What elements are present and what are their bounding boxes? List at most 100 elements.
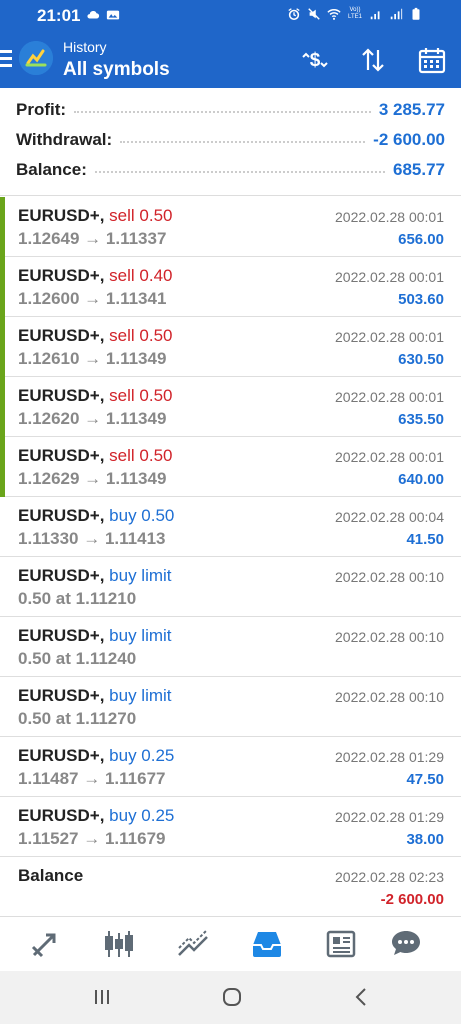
- currency-icon[interactable]: $: [300, 45, 330, 75]
- sort-icon[interactable]: [358, 45, 388, 75]
- deal-type: buy limit: [109, 626, 172, 645]
- closed-position-marker: [0, 377, 5, 437]
- quotes-arrows-icon[interactable]: [28, 927, 62, 961]
- signal-icon: [370, 11, 380, 20]
- deal-type: buy 0.25: [109, 806, 175, 825]
- deal-prices: 1.11330 → 1.11413: [18, 529, 166, 548]
- bottom-tab-bar: [0, 916, 461, 971]
- dotted-leader: [120, 141, 366, 143]
- deal-row[interactable]: EURUSD+, sell 0.50 1.12620 → 1.11349 202…: [0, 377, 461, 437]
- deal-symbol: EURUSD+,: [18, 386, 105, 405]
- deal-type: sell 0.50: [109, 386, 173, 405]
- profit-label: Profit:: [16, 100, 67, 119]
- status-time: 21:01: [37, 6, 81, 25]
- order-volume-price: 0.50 at 1.11270: [18, 709, 137, 728]
- deal-prices: 1.12629 → 1.11349: [18, 469, 167, 488]
- deal-symbol: EURUSD+,: [18, 626, 105, 645]
- deal-prices: 1.11527 → 1.11679: [18, 829, 166, 848]
- closed-position-marker: [0, 317, 5, 377]
- profit-row: Profit: 3 285.77: [16, 98, 445, 122]
- deal-time: 2022.02.28 00:10: [335, 569, 444, 585]
- deal-profit: -2 600.00: [380, 891, 444, 908]
- deal-prices: 1.12649 → 1.11337: [18, 229, 167, 248]
- closed-position-marker: [0, 437, 5, 497]
- withdrawal-row: Withdrawal: -2 600.00: [16, 128, 445, 152]
- deal-profit: 41.50: [406, 531, 444, 548]
- order-row[interactable]: EURUSD+, buy limit 0.50 at 1.11240 2022.…: [0, 617, 461, 677]
- battery-icon: [412, 7, 420, 20]
- deal-prices: 1.12620 → 1.11349: [18, 409, 167, 428]
- deal-time: 2022.02.28 00:10: [335, 629, 444, 645]
- deal-symbol: EURUSD+,: [18, 266, 105, 285]
- screen-title: History: [63, 39, 107, 55]
- deal-prices: 1.12600 → 1.11341: [18, 289, 167, 308]
- balance-value: 685.77: [393, 160, 445, 179]
- closed-position-marker: [0, 197, 5, 257]
- deal-row[interactable]: EURUSD+, buy 0.25 1.11527 → 1.11679 2022…: [0, 797, 461, 857]
- deal-row[interactable]: EURUSD+, sell 0.40 1.12600 → 1.11341 202…: [0, 257, 461, 317]
- deal-type: sell 0.40: [109, 266, 173, 285]
- deal-row[interactable]: EURUSD+, sell 0.50 1.12649 → 1.11337 202…: [0, 197, 461, 257]
- symbol-filter[interactable]: All symbols: [63, 59, 170, 81]
- mute-icon: [308, 8, 320, 20]
- recent-apps-icon[interactable]: [90, 985, 114, 1009]
- deal-time: 2022.02.28 02:23: [335, 869, 444, 885]
- deal-type: sell 0.50: [109, 446, 173, 465]
- order-volume-price: 0.50 at 1.11240: [18, 649, 137, 668]
- deal-time: 2022.02.28 00:04: [335, 509, 444, 525]
- deal-row[interactable]: EURUSD+, sell 0.50 1.12629 → 1.11349 202…: [0, 437, 461, 497]
- deal-time: 2022.02.28 00:01: [335, 329, 444, 345]
- home-icon[interactable]: [220, 985, 244, 1009]
- deal-symbol: EURUSD+,: [18, 746, 105, 765]
- order-row[interactable]: EURUSD+, buy limit 0.50 at 1.11210 2022.…: [0, 557, 461, 617]
- menu-icon[interactable]: [0, 50, 12, 68]
- deal-profit: 656.00: [398, 231, 444, 248]
- deal-symbol: EURUSD+,: [18, 686, 105, 705]
- order-row[interactable]: EURUSD+, buy limit 0.50 at 1.11270 2022.…: [0, 677, 461, 737]
- deal-profit: 47.50: [406, 771, 444, 788]
- trend-lines-icon[interactable]: [176, 927, 210, 961]
- deal-type: buy limit: [109, 686, 172, 705]
- deal-row[interactable]: EURUSD+, sell 0.50 1.12610 → 1.11349 202…: [0, 317, 461, 377]
- deal-row[interactable]: EURUSD+, buy 0.50 1.11330 → 1.11413 2022…: [0, 497, 461, 557]
- deal-symbol: EURUSD+,: [18, 806, 105, 825]
- back-icon[interactable]: [350, 985, 374, 1009]
- deal-prices: 1.11487 → 1.11677: [18, 769, 166, 788]
- deal-type: sell 0.50: [109, 326, 173, 345]
- volte-indicator: Vo)) LTE1: [348, 7, 362, 20]
- history-summary: Profit: 3 285.77 Withdrawal: -2 600.00 B…: [0, 88, 461, 196]
- deal-time: 2022.02.28 00:01: [335, 209, 444, 225]
- deal-type: buy limit: [109, 566, 172, 585]
- deal-prices: 1.12610 → 1.11349: [18, 349, 167, 368]
- withdrawal-label: Withdrawal:: [16, 130, 113, 149]
- balance-row: Balance: 685.77: [16, 158, 445, 182]
- profit-value: 3 285.77: [378, 100, 445, 119]
- inbox-tray-icon[interactable]: [250, 927, 284, 961]
- deals-list[interactable]: EURUSD+, sell 0.50 1.12649 → 1.11337 202…: [0, 197, 461, 917]
- deal-time: 2022.02.28 00:01: [335, 269, 444, 285]
- app-bar: History All symbols $: [0, 32, 461, 88]
- deal-profit: 38.00: [406, 831, 444, 848]
- dotted-leader: [74, 111, 371, 113]
- metatrader-logo[interactable]: [19, 41, 53, 75]
- deal-symbol: EURUSD+,: [18, 506, 105, 525]
- dotted-leader: [94, 171, 385, 173]
- gallery-icon: [106, 10, 120, 20]
- deal-symbol: EURUSD+,: [18, 326, 105, 345]
- deal-time: 2022.02.28 00:10: [335, 689, 444, 705]
- balance-operation-row[interactable]: Balance 2022.02.28 02:23 -2 600.00: [0, 857, 461, 917]
- deal-time: 2022.02.28 01:29: [335, 809, 444, 825]
- deal-symbol: EURUSD+,: [18, 566, 105, 585]
- deal-row[interactable]: EURUSD+, buy 0.25 1.11487 → 1.11677 2022…: [0, 737, 461, 797]
- deal-type: sell 0.50: [109, 206, 173, 225]
- newspaper-icon[interactable]: [325, 927, 359, 961]
- calendar-icon[interactable]: [417, 45, 447, 75]
- deal-time: 2022.02.28 00:01: [335, 389, 444, 405]
- chat-bubble-icon[interactable]: [389, 927, 423, 961]
- closed-position-marker: [0, 257, 5, 317]
- deal-symbol: EURUSD+,: [18, 446, 105, 465]
- status-bar: 21:01 Vo)) LTE1: [0, 0, 461, 32]
- signal-icon-2: [390, 8, 403, 20]
- balance-label: Balance:: [16, 160, 87, 179]
- candlestick-icon[interactable]: [102, 927, 136, 961]
